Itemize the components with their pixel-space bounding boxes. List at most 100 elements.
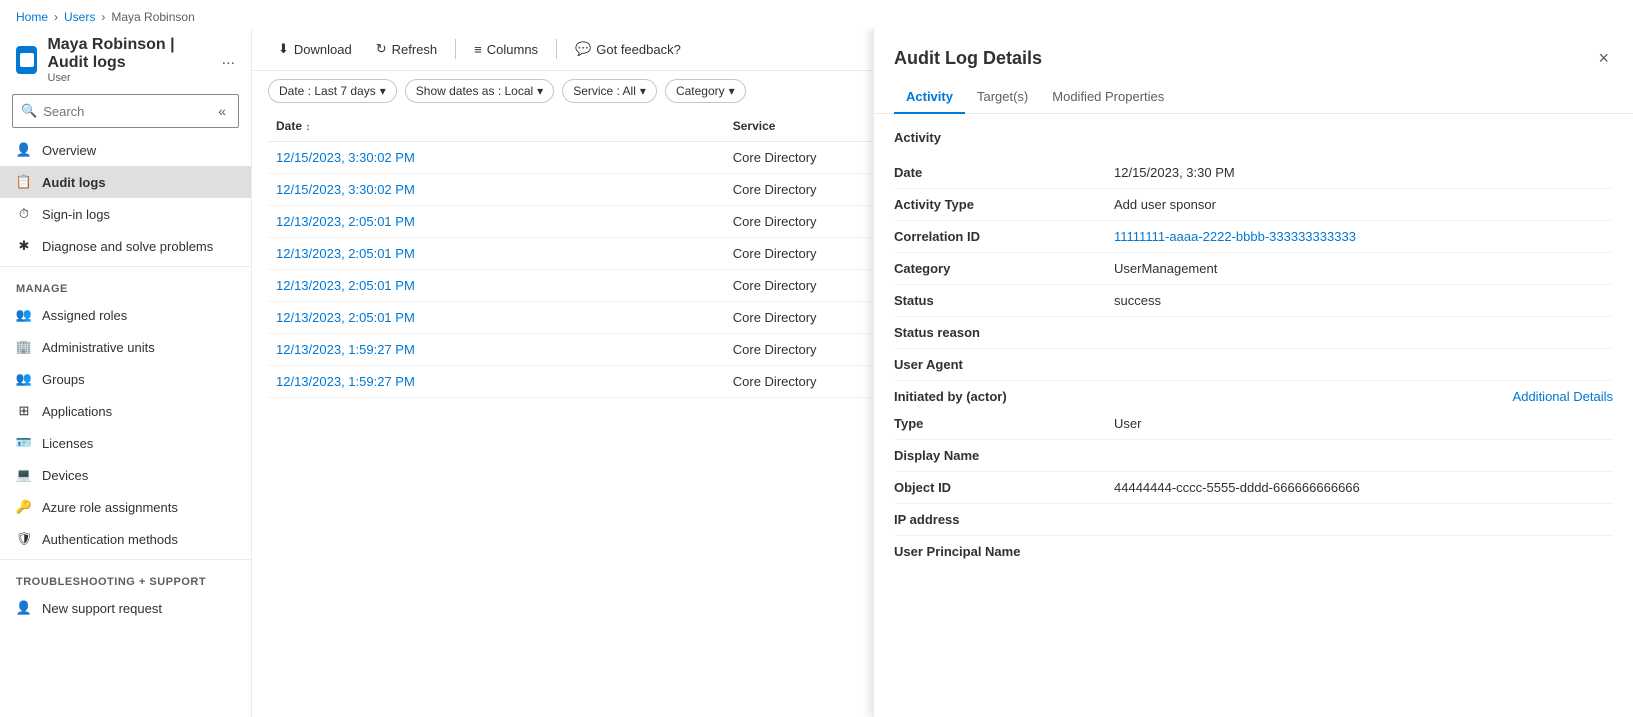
correlation-id-label: Correlation ID bbox=[894, 229, 1114, 244]
type-value: User bbox=[1114, 416, 1613, 431]
sidebar-item-overview[interactable]: 👤 Overview bbox=[0, 134, 251, 166]
search-icon: 🔍 bbox=[21, 103, 37, 119]
licenses-icon: 🪪 bbox=[16, 435, 32, 451]
row-date[interactable]: 12/13/2023, 2:05:01 PM bbox=[268, 238, 725, 270]
display-name-label: Display Name bbox=[894, 448, 1114, 463]
sidebar-item-devices[interactable]: 💻 Devices bbox=[0, 459, 251, 491]
row-date[interactable]: 12/13/2023, 2:05:01 PM bbox=[268, 270, 725, 302]
detail-row-activity-type: Activity Type Add user sponsor bbox=[894, 189, 1613, 221]
refresh-icon: ↻ bbox=[376, 41, 387, 57]
azure-icon: 🔑 bbox=[16, 499, 32, 515]
date-filter-chevron: ▾ bbox=[380, 84, 386, 98]
category-chevron: ▾ bbox=[729, 84, 735, 98]
status-reason-label: Status reason bbox=[894, 325, 1114, 340]
page-subtitle: User bbox=[47, 72, 207, 84]
col-date[interactable]: Date ↕ bbox=[268, 111, 725, 142]
sidebar-item-groups[interactable]: 👥 Groups bbox=[0, 363, 251, 395]
detail-panel: Audit Log Details × Activity Target(s) M… bbox=[873, 28, 1633, 717]
date-filter[interactable]: Date : Last 7 days ▾ bbox=[268, 79, 397, 103]
admin-icon: 🏢 bbox=[16, 339, 32, 355]
sidebar-label-groups: Groups bbox=[42, 372, 85, 387]
tab-modified-props[interactable]: Modified Properties bbox=[1040, 81, 1176, 114]
correlation-id-value[interactable]: 11111111-aaaa-2222-bbbb-333333333333 bbox=[1114, 229, 1613, 244]
detail-close-button[interactable]: × bbox=[1594, 44, 1613, 73]
detail-panel-title: Audit Log Details bbox=[894, 48, 1042, 69]
detail-row-user-agent: User Agent bbox=[894, 349, 1613, 381]
date-value: 12/15/2023, 3:30 PM bbox=[1114, 165, 1613, 180]
row-date[interactable]: 12/15/2023, 3:30:02 PM bbox=[268, 174, 725, 206]
row-date[interactable]: 12/13/2023, 1:59:27 PM bbox=[268, 334, 725, 366]
page-title: Maya Robinson | Audit logs bbox=[47, 36, 207, 72]
show-dates-filter[interactable]: Show dates as : Local ▾ bbox=[405, 79, 554, 103]
sidebar-item-azure-roles[interactable]: 🔑 Azure role assignments bbox=[0, 491, 251, 523]
feedback-button[interactable]: 💬 Got feedback? bbox=[565, 36, 691, 62]
date-filter-label: Date : Last 7 days bbox=[279, 84, 376, 98]
detail-row-upn: User Principal Name bbox=[894, 536, 1613, 567]
activity-type-value: Add user sponsor bbox=[1114, 197, 1613, 212]
row-date[interactable]: 12/15/2023, 3:30:02 PM bbox=[268, 142, 725, 174]
user-agent-label: User Agent bbox=[894, 357, 1114, 372]
breadcrumb-users[interactable]: Users bbox=[64, 10, 95, 24]
sidebar-label-licenses: Licenses bbox=[42, 436, 93, 451]
sidebar-item-support[interactable]: 👤 New support request bbox=[0, 592, 251, 624]
object-id-label: Object ID bbox=[894, 480, 1114, 495]
sidebar-item-auth-methods[interactable]: 🛡 Authentication methods bbox=[0, 523, 251, 555]
status-label: Status bbox=[894, 293, 1114, 308]
sidebar-nav: 👤 Overview 📋 Audit logs ⏱ Sign-in logs ✱… bbox=[0, 134, 251, 717]
category-label: Category bbox=[894, 261, 1114, 276]
type-label: Type bbox=[894, 416, 1114, 431]
refresh-button[interactable]: ↻ Refresh bbox=[366, 36, 447, 62]
initiated-by-header: Initiated by (actor) Additional Details bbox=[894, 389, 1613, 404]
row-date[interactable]: 12/13/2023, 1:59:27 PM bbox=[268, 366, 725, 398]
overview-icon: 👤 bbox=[16, 142, 32, 158]
sidebar-item-admin-units[interactable]: 🏢 Administrative units bbox=[0, 331, 251, 363]
detail-row-status-reason: Status reason bbox=[894, 317, 1613, 349]
sidebar-item-applications[interactable]: ⊞ Applications bbox=[0, 395, 251, 427]
tab-targets[interactable]: Target(s) bbox=[965, 81, 1040, 114]
detail-row-category: Category UserManagement bbox=[894, 253, 1613, 285]
service-filter[interactable]: Service : All ▾ bbox=[562, 79, 657, 103]
manage-section-label: Manage bbox=[0, 271, 251, 299]
sidebar-item-licenses[interactable]: 🪪 Licenses bbox=[0, 427, 251, 459]
detail-row-display-name: Display Name bbox=[894, 440, 1613, 472]
sidebar-label-diagnose: Diagnose and solve problems bbox=[42, 239, 213, 254]
object-id-value: 44444444-cccc-5555-dddd-666666666666 bbox=[1114, 480, 1613, 495]
sidebar-label-support: New support request bbox=[42, 601, 162, 616]
columns-button[interactable]: ≡ Columns bbox=[464, 37, 548, 62]
sidebar-label-admin: Administrative units bbox=[42, 340, 155, 355]
detail-row-object-id: Object ID 44444444-cccc-5555-dddd-666666… bbox=[894, 472, 1613, 504]
download-button[interactable]: ⬇ Download bbox=[268, 36, 362, 62]
app-icon bbox=[16, 46, 37, 74]
additional-details-link[interactable]: Additional Details bbox=[1513, 389, 1613, 404]
auth-icon: 🛡 bbox=[16, 531, 32, 547]
sidebar-item-sign-in-logs[interactable]: ⏱ Sign-in logs bbox=[0, 198, 251, 230]
service-chevron: ▾ bbox=[640, 84, 646, 98]
detail-header: Audit Log Details × bbox=[874, 28, 1633, 81]
sidebar-item-diagnose[interactable]: ✱ Diagnose and solve problems bbox=[0, 230, 251, 262]
upn-label: User Principal Name bbox=[894, 544, 1114, 559]
columns-label: Columns bbox=[487, 42, 538, 57]
columns-icon: ≡ bbox=[474, 42, 482, 57]
date-sort-icon: ↕ bbox=[305, 122, 310, 133]
date-label: Date bbox=[894, 165, 1114, 180]
sidebar-label-signin: Sign-in logs bbox=[42, 207, 110, 222]
category-filter[interactable]: Category ▾ bbox=[665, 79, 746, 103]
more-options-button[interactable]: ... bbox=[222, 51, 235, 69]
breadcrumb: Home › Users › Maya Robinson bbox=[0, 0, 1633, 28]
download-label: Download bbox=[294, 42, 352, 57]
activity-section-title: Activity bbox=[894, 130, 1613, 145]
sidebar-item-audit-logs[interactable]: 📋 Audit logs bbox=[0, 166, 251, 198]
breadcrumb-current: Maya Robinson bbox=[111, 10, 194, 24]
row-date[interactable]: 12/13/2023, 2:05:01 PM bbox=[268, 302, 725, 334]
collapse-sidebar-button[interactable]: « bbox=[214, 99, 230, 123]
row-date[interactable]: 12/13/2023, 2:05:01 PM bbox=[268, 206, 725, 238]
tab-activity[interactable]: Activity bbox=[894, 81, 965, 114]
search-input[interactable] bbox=[43, 104, 208, 119]
roles-icon: 👥 bbox=[16, 307, 32, 323]
sidebar-item-assigned-roles[interactable]: 👥 Assigned roles bbox=[0, 299, 251, 331]
support-icon: 👤 bbox=[16, 600, 32, 616]
sidebar-label-audit-logs: Audit logs bbox=[42, 175, 106, 190]
download-icon: ⬇ bbox=[278, 41, 289, 57]
feedback-label: Got feedback? bbox=[596, 42, 681, 57]
breadcrumb-home[interactable]: Home bbox=[16, 10, 48, 24]
